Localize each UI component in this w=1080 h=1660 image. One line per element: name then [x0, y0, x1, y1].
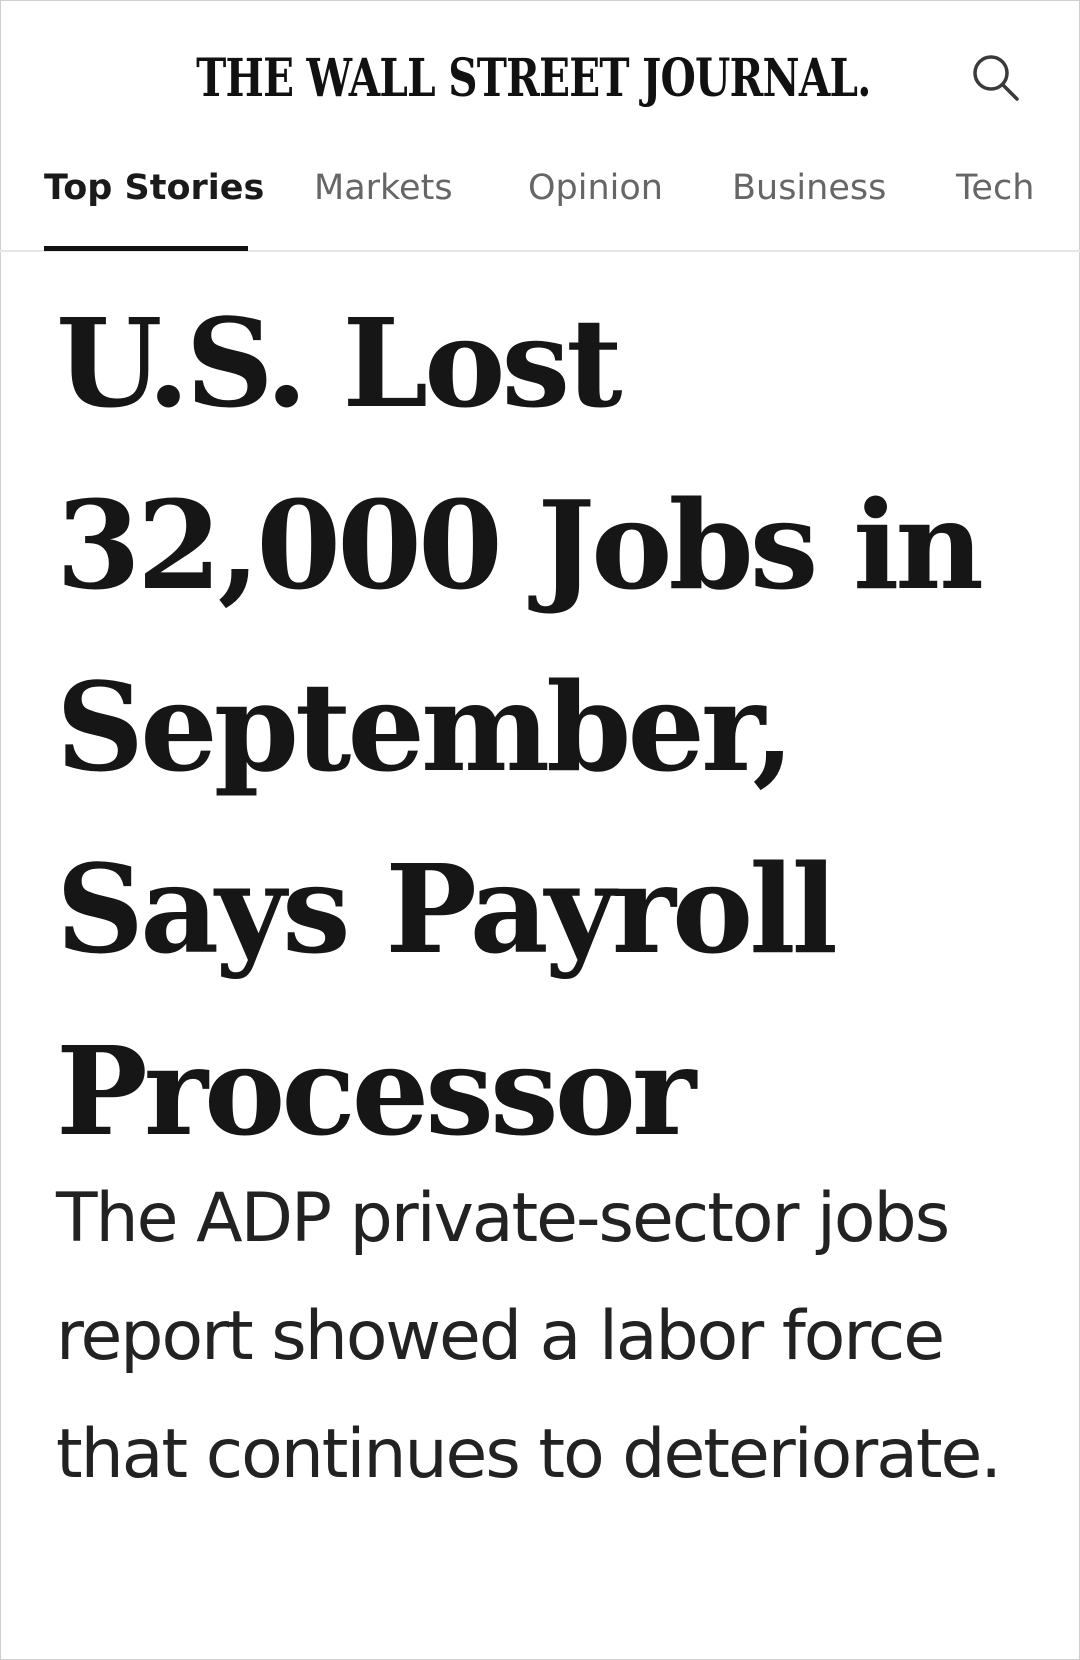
- tab-markets[interactable]: Markets: [314, 168, 453, 208]
- masthead-bar: THE WALL STREET JOURNAL.: [0, 38, 1080, 118]
- tab-tech[interactable]: Tech: [956, 168, 1034, 208]
- tab-business[interactable]: Business: [732, 168, 886, 208]
- search-icon: [973, 55, 1019, 101]
- article-headline[interactable]: U.S. Lost 32,000 Jobs in September, Says…: [56, 272, 1056, 1182]
- article-dek: The ADP private-sector jobs report showe…: [56, 1179, 1002, 1494]
- wsj-logo[interactable]: THE WALL STREET JOURNAL.: [196, 48, 871, 109]
- tab-top-stories[interactable]: Top Stories: [44, 168, 264, 208]
- search-button[interactable]: [966, 48, 1026, 108]
- active-tab-indicator: [44, 246, 248, 251]
- tab-opinion[interactable]: Opinion: [528, 168, 663, 208]
- section-nav: Top Stories Markets Opinion Business Tec…: [0, 150, 1080, 252]
